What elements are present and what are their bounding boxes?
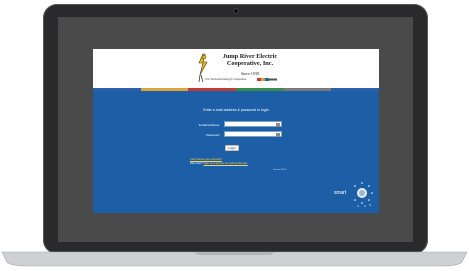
laptop-base [1,251,468,267]
forgot-account-link[interactable]: Can't access your account? [190,158,222,161]
smarthub-logo-text: smart [334,190,347,196]
company-tagline: Your Touchstone Energy® Cooperative [205,78,247,81]
company-since: Since 1938 [241,71,259,76]
autofill-key-icon[interactable] [276,123,280,127]
company-name-line1: Jump River Electric [222,53,278,60]
login-prompt: Enter e-mail address & password to login [203,108,269,112]
laptop-screen: Jump River Electric Cooperative, Inc. Si… [93,49,379,213]
version-text: Version 19.12 [273,169,287,171]
site-header: Jump River Electric Cooperative, Inc. Si… [93,49,379,88]
password-label: Password: [205,133,220,137]
email-label: E-Mail Address: [198,123,220,127]
webcam-icon [233,8,239,14]
forgot-account-text[interactable]: Can't access your account? [190,158,222,161]
password-field[interactable] [224,131,282,137]
new-user-line: New User? Sign up to access our self ser… [190,162,248,165]
header-color-stripe [93,88,379,91]
sign-up-link[interactable]: Sign up to access our self service site. [204,162,248,165]
touchstone-energy-logo-icon [257,78,277,81]
email-field[interactable] [224,121,282,127]
autofill-key-icon[interactable] [276,133,280,137]
company-name-line2: Cooperative, Inc. [226,60,274,67]
company-name: Jump River Electric Cooperative, Inc. [210,53,290,67]
new-user-prefix: New User? [190,162,203,165]
login-button[interactable]: Login [225,145,239,151]
